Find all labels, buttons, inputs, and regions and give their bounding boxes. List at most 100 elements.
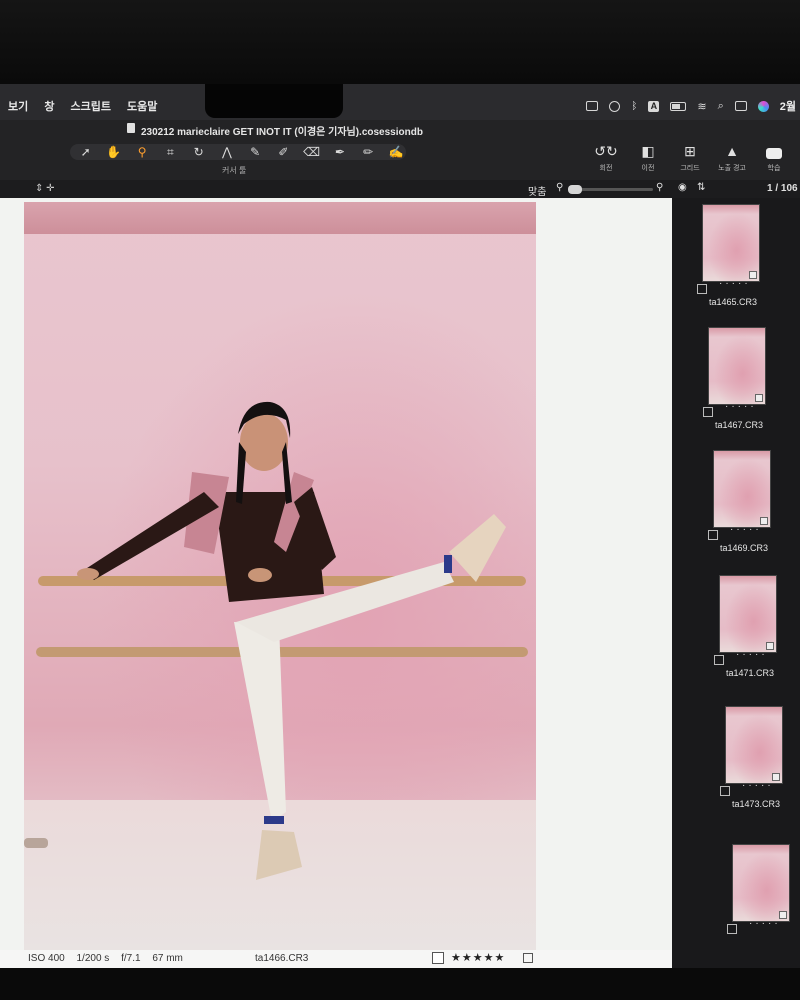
zoom-slider-knob[interactable]	[568, 185, 582, 194]
thumbnail-checkbox[interactable]	[714, 655, 724, 665]
menu-items: 보기 창 스크립트 도움말	[8, 98, 170, 114]
viewer-stepper-icon[interactable]: ⇕ ✛	[35, 183, 55, 194]
image-count: 1 / 106	[767, 183, 798, 194]
bezel-top	[0, 0, 800, 84]
eraser-icon[interactable]: ⌫	[302, 145, 321, 159]
thumbnail-item[interactable]: ····· ta1465.CR3	[672, 198, 782, 322]
shutter-value: 1/200 s	[76, 953, 110, 964]
rotate-button[interactable]: ↺↻ 회전	[590, 142, 622, 173]
thumbnail-item[interactable]: ····· ta1469.CR3	[683, 444, 793, 568]
menu-window[interactable]: 창	[44, 101, 54, 113]
compare-button[interactable]: ◧ 이전	[632, 142, 664, 173]
compare-icon: ◧	[641, 143, 655, 159]
cursor-tools: ➚ ✋ ⚲ ⌗ ↻ ⋀ ✎ ✐ ⌫ ✒ ✏ ✍	[70, 144, 406, 160]
screen: 보기 창 스크립트 도움말 ᛒ A ≋ ⌕ 2월 230212 mariecla…	[0, 0, 800, 1000]
fit-button[interactable]: 맞춤	[528, 183, 546, 198]
search-icon[interactable]: ⌕	[718, 100, 724, 113]
thumbnail-checkbox[interactable]	[697, 284, 707, 294]
thumbnail-checkbox[interactable]	[708, 530, 718, 540]
bezel-bottom	[0, 968, 800, 1000]
color-tag-icon[interactable]	[523, 953, 533, 963]
pen-icon[interactable]: ✍	[387, 145, 406, 159]
thumbnail-checkbox[interactable]	[703, 407, 713, 417]
keystone-icon[interactable]: ⋀	[217, 145, 236, 159]
eye-icon[interactable]: ◉	[678, 182, 687, 193]
siri-icon[interactable]	[757, 100, 769, 112]
menu-scripts[interactable]: 스크립트	[71, 101, 111, 113]
thumbnail-image[interactable]	[732, 844, 790, 922]
exif-info: ISO 400 1/200 s f/7.1 67 mm	[28, 953, 192, 964]
photo-filename: ta1466.CR3	[255, 953, 309, 964]
menu-help[interactable]: 도움말	[127, 101, 157, 113]
grid-button[interactable]: ⊞ 그리드	[674, 142, 706, 173]
mask-brush-icon[interactable]: ✐	[274, 145, 293, 159]
zoom-in-icon[interactable]: ⚲	[656, 182, 663, 193]
rotate-icon: ↺↻	[594, 143, 618, 159]
thumbnail-item[interactable]: ····· ta1471.CR3	[689, 569, 799, 693]
thumbnail-filename: ta1471.CR3	[726, 668, 775, 678]
pan-hand-icon[interactable]: ✋	[104, 145, 123, 159]
iso-value: ISO 400	[28, 953, 65, 964]
photo-subject	[24, 401, 528, 880]
menu-view[interactable]: 보기	[8, 101, 28, 113]
rating-dots[interactable]: ·····	[730, 524, 762, 535]
main-photo[interactable]	[24, 202, 536, 950]
rating-dots[interactable]: ·····	[742, 780, 774, 791]
exposure-warning-button[interactable]: ▲ 노출 경고	[716, 142, 748, 173]
input-source-icon[interactable]: A	[648, 100, 660, 112]
picker-icon[interactable]: ✒	[330, 145, 349, 159]
eye-icon[interactable]	[609, 100, 621, 112]
camera-notch	[205, 84, 343, 118]
sort-icon[interactable]: ⇅	[697, 182, 705, 193]
aperture-value: f/7.1	[121, 953, 141, 964]
grid-icon: ⊞	[684, 143, 696, 159]
learn-button[interactable]: 학습	[758, 142, 790, 173]
wifi-icon[interactable]: ≋	[697, 100, 706, 113]
thumbnail-image[interactable]	[713, 450, 771, 528]
select-checkbox[interactable]	[432, 952, 444, 964]
menu-bar: 보기 창 스크립트 도움말 ᛒ A ≋ ⌕ 2월	[0, 84, 800, 120]
thumbnail-image[interactable]	[708, 327, 766, 405]
control-center-icon[interactable]	[734, 101, 747, 111]
thumbnail-filename: ta1465.CR3	[709, 297, 758, 307]
rotate-tool-icon[interactable]: ↻	[189, 145, 208, 159]
photo-info-bar: ISO 400 1/200 s f/7.1 67 mm ta1466.CR3 ★…	[0, 950, 672, 968]
rating-dots[interactable]: ·····	[725, 401, 757, 412]
zoom-out-icon[interactable]: ⚲	[556, 182, 563, 193]
select-pointer-icon[interactable]: ➚	[76, 145, 95, 159]
focal-length-value: 67 mm	[152, 953, 183, 964]
thumbnail-checkbox[interactable]	[720, 786, 730, 796]
thumbnail-checkbox[interactable]	[727, 924, 737, 934]
bluetooth-icon[interactable]: ᛒ	[631, 101, 637, 112]
viewer-bar: ⇕ ✛ 맞춤 ⚲ ⚲ ◉ ⇅ 1 / 106	[0, 180, 800, 198]
rating-dots[interactable]: ·····	[719, 278, 751, 289]
rating-dots[interactable]: ·····	[736, 649, 768, 660]
right-toolbar: ↺↻ 회전 ◧ 이전 ⊞ 그리드 ▲ 노출 경고 학습	[590, 142, 790, 173]
zoom-slider[interactable]	[568, 185, 653, 194]
image-viewer: ISO 400 1/200 s f/7.1 67 mm ta1466.CR3 ★…	[0, 198, 672, 968]
zoom-tool-icon[interactable]: ⚲	[133, 145, 152, 159]
annotation-icon[interactable]: ✏	[359, 145, 378, 159]
filmstrip: ····· ta1465.CR3 ····· ta1467.CR3 ····· …	[672, 198, 800, 968]
battery-icon[interactable]	[670, 101, 687, 111]
rating-dots[interactable]: ·····	[749, 918, 781, 929]
menubar-clock[interactable]: 2월	[780, 98, 796, 114]
star-rating[interactable]: ★★★★★	[451, 951, 505, 964]
window-titlebar: 230212 marieclaire GET INOT IT (이경은 기자님)…	[0, 120, 800, 138]
crop-icon[interactable]: ⌗	[161, 145, 180, 160]
thumbnail-item[interactable]: ····· ta1467.CR3	[678, 321, 788, 445]
thumbnail-image[interactable]	[702, 204, 760, 282]
thumbnail-item[interactable]: ····· ta1473.CR3	[695, 700, 800, 824]
thumbnail-image[interactable]	[725, 706, 783, 784]
thumbnail-filename: ta1473.CR3	[732, 799, 781, 809]
document-icon	[127, 123, 135, 133]
warning-icon: ▲	[725, 143, 739, 159]
status-area: ᛒ A ≋ ⌕ 2월	[586, 98, 796, 114]
play-icon	[758, 142, 790, 160]
thumbnail-item[interactable]: ·····	[702, 838, 800, 962]
thumbnail-filename: ta1467.CR3	[715, 420, 764, 430]
window-title: 230212 marieclaire GET INOT IT (이경은 기자님)…	[141, 127, 423, 138]
thumbnail-image[interactable]	[719, 575, 777, 653]
display-icon[interactable]	[586, 101, 599, 111]
brush-icon[interactable]: ✎	[246, 145, 265, 159]
